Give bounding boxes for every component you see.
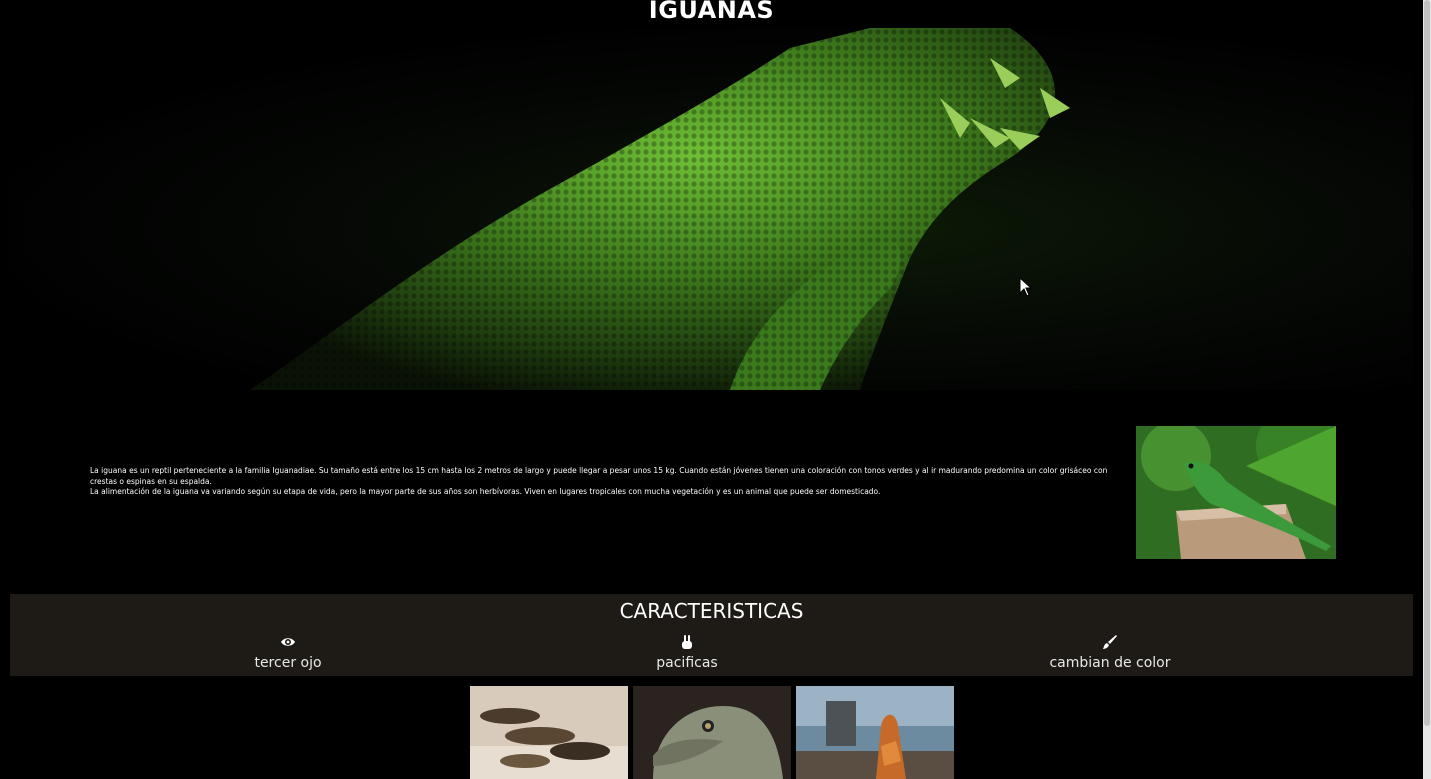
vertical-scrollbar[interactable]	[1423, 0, 1431, 779]
features-section: CARACTERISTICAS tercer ojo pacificas cam	[10, 594, 1413, 676]
gallery-image-iguana-on-dock	[796, 686, 954, 779]
intro-paragraph: La iguana es un reptil perteneciente a l…	[90, 466, 1108, 486]
gallery-image-iguana-head	[633, 686, 791, 779]
gallery-image-iguanas-on-sand	[470, 686, 628, 779]
eye-icon	[281, 638, 295, 646]
peace-hand-icon	[682, 635, 692, 649]
feature-third-eye: tercer ojo	[178, 634, 398, 671]
feature-label: tercer ojo	[254, 655, 322, 671]
paint-brush-icon	[1103, 635, 1117, 649]
intro-text: La iguana es un reptil perteneciente a l…	[90, 466, 1132, 498]
feature-change-color: cambian de color	[1000, 634, 1220, 671]
feature-label: pacificas	[656, 655, 718, 671]
feature-label: cambian de color	[1049, 655, 1171, 671]
feature-peaceful: pacificas	[577, 634, 797, 671]
features-title: CARACTERISTICAS	[619, 599, 804, 623]
intro-paragraph: La alimentación de la iguana va variando…	[90, 487, 881, 496]
mouse-cursor-icon	[1019, 277, 1033, 297]
hero-image	[10, 28, 1413, 390]
page-title: IGUANAS	[648, 0, 775, 24]
hero-lizard-illustration	[250, 28, 1070, 390]
iguana-photo	[1136, 426, 1336, 559]
scrollbar-thumb[interactable]	[1424, 0, 1430, 726]
page: IGUANAS La iguana es un reptil perteneci…	[0, 0, 1423, 779]
